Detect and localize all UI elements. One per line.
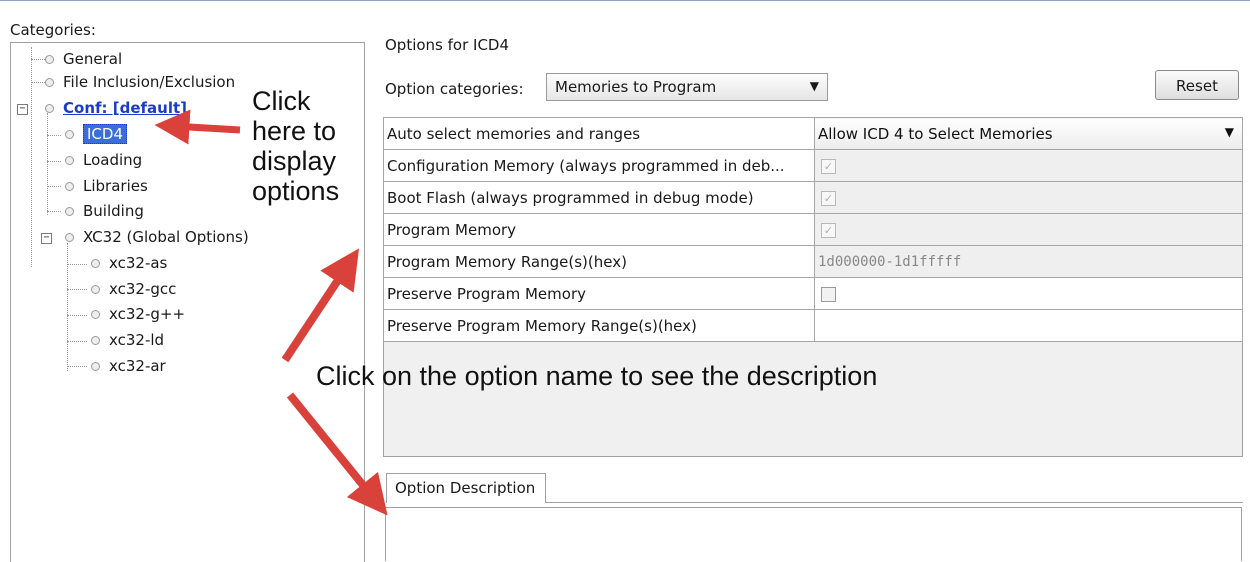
arrow-to-icd4 [154, 109, 241, 145]
arrow-to-description [286, 392, 388, 516]
arrow-to-option-name [281, 248, 360, 363]
annotation-arrows [154, 109, 388, 516]
